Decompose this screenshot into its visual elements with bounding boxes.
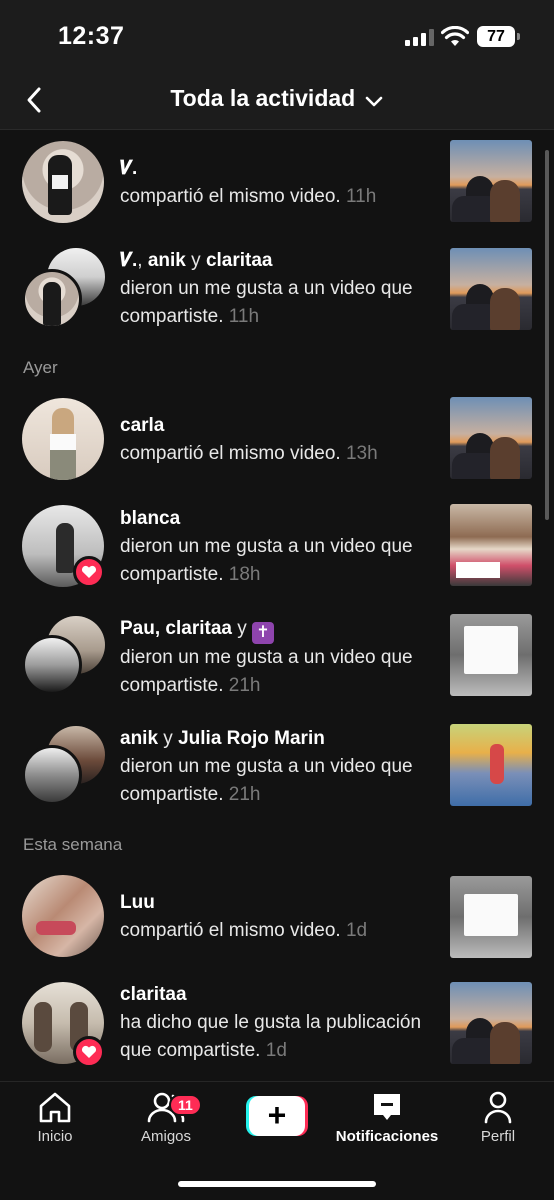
video-thumbnail[interactable] <box>450 614 532 696</box>
tab-label: Amigos <box>140 1128 192 1145</box>
wifi-icon <box>441 26 469 46</box>
timestamp: 13h <box>345 443 378 464</box>
status-time: 12:37 <box>58 22 125 50</box>
activity-text: compartió el mismo video. <box>120 920 341 941</box>
timestamp: 21h <box>228 675 261 696</box>
activity-text: dieron un me gusta a un video que compar… <box>120 756 413 805</box>
user-name[interactable]: blanca <box>120 508 180 529</box>
timestamp: 18h <box>228 564 261 585</box>
list-item[interactable]: blanca dieron un me gusta a un video que… <box>0 503 554 603</box>
notification-list[interactable]: 𝑽. compartió el mismo video. 11h 𝑽., ani… <box>0 131 554 1081</box>
user-name[interactable]: 𝑽. <box>120 250 137 271</box>
activity-text: compartió el mismo video. <box>120 443 341 464</box>
tab-friends[interactable]: 11 Amigos <box>111 1090 221 1145</box>
avatar[interactable] <box>22 635 82 695</box>
home-indicator[interactable] <box>178 1181 376 1187</box>
timestamp: 21h <box>228 784 261 805</box>
list-item[interactable]: anik y Julia Rojo Marin dieron un me gus… <box>0 723 554 823</box>
friends-notification-badge: 11 <box>169 1094 202 1116</box>
avatar[interactable] <box>22 141 104 223</box>
list-item[interactable]: 𝑽. compartió el mismo video. 11h <box>0 139 554 229</box>
activity-text: dieron un me gusta a un video que compar… <box>120 647 413 696</box>
timestamp: 11h <box>345 186 377 207</box>
profile-icon <box>484 1091 512 1124</box>
avatar[interactable] <box>22 398 104 480</box>
conjunction-text: y <box>231 618 253 639</box>
plus-icon: + <box>249 1096 305 1136</box>
scrollbar[interactable] <box>545 150 549 520</box>
heart-badge-icon <box>73 556 105 588</box>
section-header-yesterday: Ayer <box>23 358 58 377</box>
list-item[interactable]: 𝑽., anik y claritaa dieron un me gusta a… <box>0 241 554 341</box>
tab-label: Inicio <box>37 1128 73 1145</box>
avatar[interactable] <box>22 269 82 329</box>
cellular-signal-icon <box>405 28 434 46</box>
user-name[interactable]: claritaa <box>120 984 187 1005</box>
user-name[interactable]: carla <box>120 415 164 436</box>
user-name[interactable]: 𝑽. <box>120 158 137 179</box>
activity-text: compartió el mismo video. <box>120 186 341 207</box>
video-thumbnail[interactable] <box>450 876 532 958</box>
user-name[interactable]: anik <box>120 728 158 749</box>
conjunction-text: y <box>185 250 206 271</box>
create-button[interactable]: + <box>246 1096 308 1136</box>
tab-profile[interactable]: Perfil <box>443 1090 553 1145</box>
inbox-icon <box>374 1094 400 1120</box>
heart-badge-icon <box>73 1036 105 1068</box>
tab-notifications[interactable]: Notificaciones <box>332 1090 442 1145</box>
section-header-this-week: Esta semana <box>23 835 123 854</box>
avatar[interactable] <box>22 875 104 957</box>
battery-indicator: 77 <box>477 26 520 47</box>
activity-filter-dropdown[interactable]: Toda la actividad <box>0 85 554 112</box>
user-name[interactable]: anik <box>148 250 186 271</box>
tab-label: Perfil <box>480 1128 516 1145</box>
list-item[interactable]: Luu compartió el mismo video. 1d <box>0 873 554 963</box>
tab-label: Notificaciones <box>335 1128 439 1145</box>
avatar[interactable] <box>22 745 82 805</box>
user-name[interactable]: Julia Rojo Marin <box>178 728 325 749</box>
status-bar: 12:37 77 <box>0 0 554 72</box>
conjunction-text: y <box>158 728 179 749</box>
page-title: Toda la actividad <box>170 85 356 111</box>
separator-text: , <box>137 250 148 271</box>
header: Toda la actividad <box>0 72 554 130</box>
activity-text: dieron un me gusta a un video que compar… <box>120 536 413 585</box>
user-name[interactable]: Pau, claritaa <box>120 618 232 639</box>
list-item[interactable]: Pau, claritaa y ✝ dieron un me gusta a u… <box>0 613 554 713</box>
video-thumbnail[interactable] <box>450 504 532 586</box>
home-icon <box>39 1092 71 1123</box>
timestamp: 1d <box>265 1040 287 1061</box>
list-item[interactable]: carla compartió el mismo video. 13h <box>0 396 554 486</box>
video-thumbnail[interactable] <box>450 982 532 1064</box>
video-thumbnail[interactable] <box>450 724 532 806</box>
user-name[interactable]: Luu <box>120 892 155 913</box>
video-thumbnail[interactable] <box>450 397 532 479</box>
video-thumbnail[interactable] <box>450 140 532 222</box>
video-thumbnail[interactable] <box>450 248 532 330</box>
list-item[interactable]: claritaa ha dicho que le gusta la public… <box>0 977 554 1077</box>
timestamp: 1d <box>345 920 368 941</box>
cross-emoji-icon: ✝ <box>252 622 275 644</box>
chevron-down-icon <box>365 96 382 107</box>
timestamp: 11h <box>228 306 260 327</box>
tab-home[interactable]: Inicio <box>0 1090 110 1145</box>
user-name[interactable]: claritaa <box>206 250 273 271</box>
activity-text: dieron un me gusta a un video que compar… <box>120 278 413 327</box>
